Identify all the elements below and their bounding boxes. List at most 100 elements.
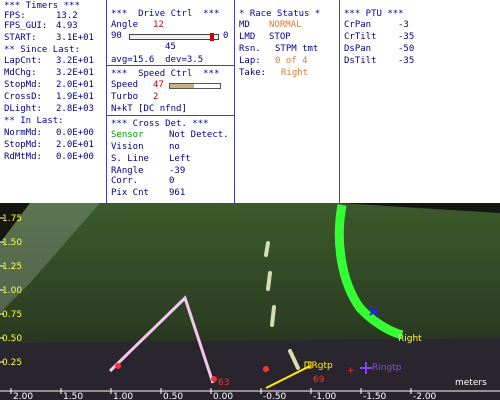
right-label: Right	[398, 334, 422, 344]
angle-label: Angle	[111, 20, 139, 30]
md-row: MD NORMAL	[239, 20, 302, 30]
rsn-label: Rsn.	[239, 44, 261, 54]
speed-row: Speed 47	[111, 80, 164, 90]
stopmd2-row: StopMd: 2.0E+01	[4, 140, 94, 150]
pixcnt-label: Pix Cnt	[111, 188, 149, 198]
lmd-value: STOP	[269, 32, 291, 42]
fpsgui-label: FPS_GUI:	[4, 21, 48, 31]
crossd-value: 1.9E+01	[56, 92, 94, 102]
mdchg-row: MdChg: 3.2E+01	[4, 68, 94, 78]
crpan-row: CrPan -3	[344, 20, 409, 30]
lmd-label: LMD	[239, 32, 256, 42]
corr-label: Corr.	[111, 176, 139, 186]
race-panel: * Race Status * MD NORMAL LMD STOP Rsn. STP…	[235, 0, 339, 203]
y-tick-label: 1.50	[2, 238, 22, 248]
rdmtmd-value: 0.0E+00	[56, 152, 94, 162]
dlight-row: DLight: 2.8E+03	[4, 104, 94, 114]
vision-label: Vision	[111, 142, 144, 152]
rsn-value: STPM tmt	[275, 44, 319, 54]
since-last-header: ** Since Last:	[4, 45, 80, 55]
speed-value: 47	[153, 80, 164, 90]
lap-row: Lap: 0 of 4	[239, 56, 308, 66]
in-last-header: ** In Last:	[4, 116, 64, 126]
turbo-label: Turbo	[111, 92, 139, 102]
red-marker	[115, 363, 121, 369]
ptu-panel: *** PTU *** CrPan -3 CrTilt -35 DsPan -50 D…	[340, 0, 450, 203]
y-tick-label: 1.75	[2, 214, 22, 224]
mdchg-value: 3.2E+01	[56, 68, 94, 78]
timers-title: *** Timers ***	[4, 1, 80, 11]
angle-slider-thumb[interactable]	[209, 33, 214, 41]
lapcnt-label: LapCnt:	[4, 56, 42, 66]
y-tick-label: 0.25	[2, 358, 22, 368]
x-tick-label: 1.50	[63, 392, 83, 400]
slider-mid-label: 45	[165, 42, 176, 52]
x-tick-label: 1.00	[113, 392, 133, 400]
sline-row: S. Line Left	[111, 154, 191, 164]
md-value: NORMAL	[269, 20, 302, 30]
speed-label: Speed	[111, 80, 139, 90]
camera-view[interactable]: + + Right TRgtp Ringtp 63 69 1.75 1.50 1.2…	[0, 203, 500, 400]
rangle-label: RAngle	[111, 166, 144, 176]
start-label: START:	[4, 33, 37, 43]
sline-label: S. Line	[111, 154, 149, 164]
crossd-row: CrossD: 1.9E+01	[4, 92, 94, 102]
sline-value: Left	[169, 154, 191, 164]
start-value: 3.1E+01	[56, 33, 94, 43]
drive-panel: *** Drive Ctrl *** Angle 12 90 0 45 avg=1…	[107, 0, 234, 203]
crtilt-row: CrTilt -35	[344, 32, 414, 42]
dspan-value: -50	[398, 44, 415, 54]
start-row: START: 3.1E+01	[4, 33, 94, 43]
ringtp-label: Ringtp	[372, 363, 402, 373]
angle-slider[interactable]	[129, 33, 219, 41]
rangle-row: RAngle -39	[111, 166, 185, 176]
normmd-value: 0.0E+00	[56, 128, 94, 138]
vision-value: no	[169, 142, 180, 152]
avg-dev: avg=15.6 dev=3.5	[111, 55, 204, 65]
drive-title: *** Drive Ctrl ***	[111, 9, 220, 19]
cross-divider	[107, 115, 234, 116]
md-label: MD	[239, 20, 250, 30]
dstilt-row: DsTilt -35	[344, 56, 414, 66]
y-tick-label: 1.25	[2, 262, 22, 272]
slider-min-label: 90	[111, 31, 122, 41]
corr-value: 0	[169, 176, 175, 186]
stopmd-label: StopMd:	[4, 80, 42, 90]
marker-69-label: 69	[313, 375, 325, 385]
slider-max-label: 0	[223, 31, 229, 41]
lapcnt-value: 3.2E+01	[56, 56, 94, 66]
angle-value: 12	[153, 20, 164, 30]
sensor-label: Sensor	[111, 130, 144, 140]
rdmtmd-label: RdMtMd:	[4, 152, 42, 162]
dlight-value: 2.8E+03	[56, 104, 94, 114]
rsn-row: Rsn. STPM tmt	[239, 44, 318, 54]
normmd-row: NormMd: 0.0E+00	[4, 128, 94, 138]
x-tick-label: -0.50	[263, 392, 287, 400]
ptu-title: *** PTU ***	[344, 9, 404, 19]
turbo-row: Turbo 2	[111, 92, 158, 102]
crpan-label: CrPan	[344, 20, 372, 30]
speed-bar	[169, 83, 221, 89]
x-axis-unit: meters	[455, 378, 487, 388]
crtilt-label: CrTilt	[344, 32, 377, 42]
race-title: * Race Status *	[239, 9, 321, 19]
fps-row: FPS: 13.2	[4, 11, 78, 21]
stopmd2-value: 2.0E+01	[56, 140, 94, 150]
y-tick-label: 1.00	[2, 286, 22, 296]
mdchg-label: MdChg:	[4, 68, 37, 78]
dlight-label: DLight:	[4, 104, 42, 114]
trgtp-label: TRgtp	[305, 361, 333, 371]
take-label: Take:	[239, 68, 267, 78]
cross-title: *** Cross Det. ***	[111, 119, 209, 129]
x-tick-label: -2.00	[413, 392, 437, 400]
fps-label: FPS:	[4, 11, 26, 21]
red-marker	[211, 376, 217, 382]
fpsgui-value: 4.93	[56, 21, 78, 31]
lap-value: 0 of 4	[275, 56, 308, 66]
drive-divider	[107, 65, 234, 66]
pixcnt-row: Pix Cnt 961	[111, 188, 185, 198]
stopmd-value: 2.0E+01	[56, 80, 94, 90]
normmd-label: NormMd:	[4, 128, 42, 138]
corr-row: Corr. 0	[111, 176, 174, 186]
x-tick-label: 2.00	[13, 392, 33, 400]
